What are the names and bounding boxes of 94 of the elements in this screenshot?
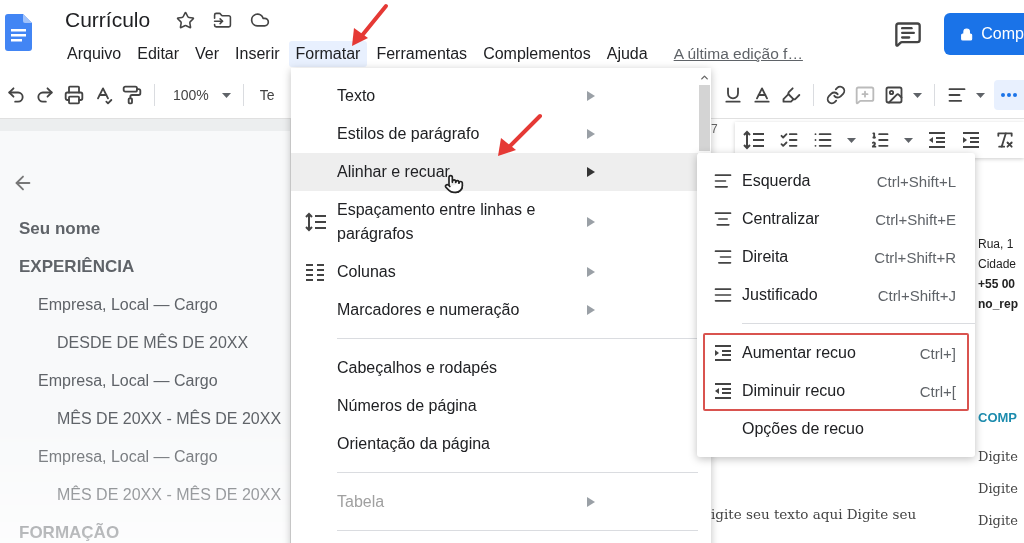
lock-icon [960, 26, 974, 42]
ruler-number: 7 [711, 122, 718, 136]
numbered-list-icon[interactable] [870, 130, 890, 150]
text-color-icon[interactable] [752, 85, 772, 105]
indent-decrease-icon [927, 131, 947, 149]
submenu-item[interactable]: Direita Ctrl+Shift+R [697, 238, 975, 276]
submenu-item[interactable]: Centralizar Ctrl+Shift+E [697, 200, 975, 238]
menu-item[interactable]: Colunas [291, 253, 698, 291]
align-icon[interactable] [947, 85, 967, 105]
more-icon [1001, 93, 1017, 97]
scroll-up-icon[interactable] [699, 72, 710, 83]
contact-line: +55 00 [978, 276, 1016, 293]
shortcut-text: Ctrl+Shift+J [877, 286, 956, 304]
submenu-item[interactable]: Diminuir recuo Ctrl+[ [697, 372, 975, 410]
outline-item[interactable]: Empresa, Local — Cargo [12, 438, 290, 476]
shortcut-text: Ctrl+Shift+L [876, 172, 956, 190]
annotation-arrow [498, 114, 542, 156]
star-icon[interactable] [176, 10, 196, 30]
menu-item[interactable]: Orientação da página [291, 425, 698, 463]
contact-line: Cidade [978, 256, 1017, 273]
menu-item[interactable]: Texto [291, 77, 698, 115]
shortcut-text: Ctrl+Shift+E [875, 210, 956, 228]
shortcut-text: Ctrl+Shift+R [874, 248, 956, 266]
body-text: Digite [978, 480, 1018, 498]
submenu-item[interactable]: Aumentar recuo Ctrl+] [697, 334, 975, 372]
line-spacing-icon [743, 130, 765, 150]
underline-icon[interactable] [723, 85, 743, 105]
more-button[interactable] [994, 80, 1024, 110]
zoom-caret-icon [221, 92, 231, 98]
zoom-select[interactable]: 100% [173, 87, 209, 103]
section-heading: COMP [978, 410, 1017, 425]
indent-increase-icon [961, 131, 981, 149]
list-caret-icon [904, 137, 913, 143]
contact-line: Rua, 1 [978, 236, 1014, 253]
share-button[interactable]: Comp [944, 13, 1024, 55]
outline-item[interactable]: MÊS DE 20XX - MÊS DE 20XX [12, 400, 290, 438]
docs-logo-icon[interactable] [5, 14, 32, 51]
submenu-item[interactable]: Justificado Ctrl+Shift+J [697, 276, 975, 314]
menu-bar-item[interactable]: Ajuda [599, 41, 655, 67]
checklist-icon[interactable] [779, 130, 799, 150]
clear-formatting-icon[interactable] [995, 130, 1015, 150]
menu-bar-item[interactable]: Complementos [476, 41, 598, 67]
list-caret-icon [847, 137, 856, 143]
cloud-icon[interactable] [250, 10, 271, 30]
outline-item[interactable]: Seu nome [12, 210, 290, 248]
bulleted-list-icon[interactable] [813, 130, 833, 150]
indent-increase-icon [713, 344, 733, 362]
indent-decrease-icon [713, 382, 733, 400]
link-icon[interactable] [826, 85, 846, 105]
image-caret-icon [913, 92, 922, 98]
submenu-item[interactable]: Opções de recuo [697, 410, 975, 448]
print-icon[interactable] [64, 85, 84, 105]
align-caret-icon [976, 92, 985, 98]
outline-item[interactable]: Empresa, Local — Cargo [12, 362, 290, 400]
contact-line: no_rep [978, 296, 1018, 313]
outline-item[interactable]: EXPERIÊNCIA [12, 248, 290, 286]
submenu-item[interactable]: Esquerda Ctrl+Shift+L [697, 162, 975, 200]
body-text: Digite [978, 512, 1018, 530]
menu-bar-item[interactable]: Inserir [228, 41, 287, 67]
paragraph-text: igite seu texto aqui Digite seu [711, 506, 917, 522]
redo-icon[interactable] [35, 85, 55, 105]
outline-item[interactable]: DESDE DE MÊS DE 20XX [12, 324, 290, 362]
align-left-icon [713, 171, 733, 191]
scrollbar-thumb[interactable] [699, 85, 710, 151]
menu-bar-item[interactable]: Ferramentas [369, 41, 475, 67]
menu-item[interactable]: Números de página [291, 387, 698, 425]
image-icon[interactable] [884, 85, 904, 105]
align-right-icon [713, 247, 733, 267]
shortcut-text: Ctrl+] [919, 344, 956, 362]
annotation-arrow [352, 4, 388, 46]
menu-item[interactable]: Alinhar e recuar [291, 153, 698, 191]
menu-item[interactable]: Marcadores e numeração [291, 291, 698, 329]
align-justify-icon [713, 285, 733, 305]
last-edit-link[interactable]: A última edição f… [673, 45, 803, 63]
menu-item[interactable]: Cabeçalhos e rodapés [291, 349, 698, 387]
line-spacing-icon [305, 212, 327, 232]
menu-bar-item[interactable]: Arquivo [60, 41, 129, 67]
document-title[interactable]: Currículo [65, 8, 151, 32]
menu-item[interactable]: Espaçamento entre linhas e parágrafos [291, 191, 698, 253]
style-select[interactable]: Te [259, 87, 275, 103]
comment-icon[interactable] [894, 20, 922, 48]
menu-bar-item[interactable]: Ver [188, 41, 227, 67]
menu-item[interactable]: Estilos de parágrafo [291, 115, 698, 153]
undo-icon[interactable] [6, 85, 26, 105]
align-center-icon [713, 209, 733, 229]
menu-bar-item[interactable]: Editar [130, 41, 187, 67]
outline-item[interactable]: Empresa, Local — Cargo [12, 286, 290, 324]
menu-bar-item[interactable]: Formatar [288, 41, 368, 67]
body-text: Digite [978, 448, 1018, 466]
shortcut-text: Ctrl+[ [919, 382, 956, 400]
paint-format-icon[interactable] [122, 85, 142, 105]
folder-icon[interactable] [213, 10, 233, 30]
columns-icon [305, 263, 325, 281]
highlighter-icon[interactable] [781, 85, 801, 105]
